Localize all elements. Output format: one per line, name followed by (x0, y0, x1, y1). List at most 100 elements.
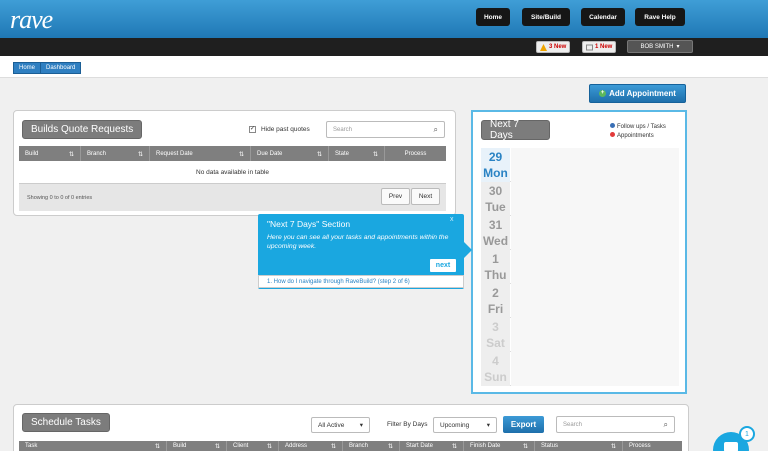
col-status[interactable]: Status ⇅ (535, 441, 623, 451)
user-name: BOB SMITH (640, 43, 674, 50)
col-start-date[interactable]: Start Date ⇅ (400, 441, 464, 451)
col-address[interactable]: Address ⇅ (279, 441, 343, 451)
warning-icon (540, 43, 547, 51)
col-process: Process (404, 151, 427, 157)
tooltip-next-button[interactable]: next (430, 259, 456, 272)
add-appointment-label: Add Appointment (609, 89, 676, 98)
col-branch[interactable]: Branch ⇅ (343, 441, 400, 451)
day-row: 31 Wed (481, 216, 679, 250)
schedule-search-placeholder: Search (563, 421, 583, 428)
col-branch[interactable]: Branch ⇅ (81, 146, 150, 161)
schedule-panel-title: Schedule Tasks (22, 413, 110, 432)
add-appointment-button[interactable]: + Add Appointment (589, 84, 686, 103)
close-icon[interactable]: x (450, 216, 454, 223)
briefcase-icon (724, 442, 738, 451)
hide-past-toggle[interactable]: ✓ Hide past quotes (249, 126, 310, 133)
day-label: 29 Mon (481, 148, 510, 182)
next-button[interactable]: Next (411, 188, 440, 205)
day-number: 4 (492, 354, 499, 368)
search-icon: ⌕ (433, 124, 438, 134)
prev-button[interactable]: Prev (381, 188, 410, 205)
day-events-cell[interactable] (511, 216, 679, 250)
day-row: 4 Sun (481, 352, 679, 386)
col-due-date[interactable]: Due Date ⇅ (251, 146, 329, 161)
day-row: 3 Sat (481, 318, 679, 352)
day-label: 30 Tue (481, 182, 510, 216)
col-process: Process (629, 443, 651, 449)
builds-search-input[interactable]: Search ⌕ (326, 121, 445, 138)
builds-empty-row: No data available in table (196, 169, 269, 176)
nav-calendar-button[interactable]: Calendar (581, 8, 625, 26)
day-label: 31 Wed (481, 216, 510, 250)
day-events-cell[interactable] (511, 318, 679, 352)
logo[interactable]: rave (10, 5, 53, 35)
legend: Follow ups / Tasks Appointments (610, 123, 666, 141)
tooltip-step-link[interactable]: 1. How do I navigate through RaveBuild? … (258, 275, 464, 288)
schedule-table-header: Task ⇅ Build ⇅ Client ⇅ Address ⇅ Branch ⇅ St… (19, 441, 682, 451)
active-filter-value: All Active (318, 421, 345, 429)
day-label: 4 Sun (481, 352, 510, 386)
notification-bar: 3 New 1 New BOB SMITH ▾ (0, 38, 768, 56)
days-filter-select[interactable]: Upcoming ▾ (433, 417, 497, 433)
messages-badge[interactable]: 1 New (582, 41, 617, 53)
nav-site-build-button[interactable]: Site/Build (522, 8, 570, 26)
day-number: 3 (492, 320, 499, 334)
nav-rave-help-button[interactable]: Rave Help (635, 8, 685, 26)
day-number: 1 (492, 252, 499, 266)
nav-home-button[interactable]: Home (476, 8, 510, 26)
user-menu[interactable]: BOB SMITH ▾ (627, 40, 693, 53)
message-icon (586, 44, 593, 51)
filter-by-days-label: Filter By Days (387, 421, 428, 428)
alerts-badge[interactable]: 3 New (536, 41, 571, 53)
tooltip-arrow (464, 242, 472, 258)
alerts-count: 3 New (549, 44, 567, 50)
legend-item-appointments: Appointments (610, 132, 666, 141)
messages-count: 1 New (595, 44, 613, 50)
col-finish-date[interactable]: Finish Date ⇅ (464, 441, 535, 451)
builds-panel-title: Builds Quote Requests (22, 120, 143, 139)
hide-past-label: Hide past quotes (261, 126, 310, 133)
day-row: 2 Fri (481, 284, 679, 318)
col-build[interactable]: Build ⇅ (19, 146, 81, 161)
day-label: 2 Fri (481, 284, 510, 318)
day-events-cell[interactable] (511, 148, 679, 182)
day-name: Thu (484, 268, 507, 282)
col-request-date[interactable]: Request Date ⇅ (150, 146, 251, 161)
builds-info: Showing 0 to 0 of 0 entries (27, 195, 93, 201)
col-build[interactable]: Build ⇅ (167, 441, 227, 451)
day-row: 1 Thu (481, 250, 679, 284)
export-button[interactable]: Export (503, 416, 544, 433)
col-client[interactable]: Client ⇅ (227, 441, 279, 451)
hide-past-checkbox[interactable]: ✓ (249, 126, 256, 133)
plus-icon: + (599, 90, 607, 97)
day-name: Tue (485, 200, 506, 214)
day-number: 30 (488, 184, 503, 198)
breadcrumb: Home Dashboard (13, 62, 82, 74)
help-widget-badge: 1 (739, 426, 755, 442)
day-name: Fri (487, 302, 504, 316)
day-row: 29 Mon (481, 148, 679, 182)
col-task[interactable]: Task ⇅ (19, 441, 167, 451)
day-events-cell[interactable] (511, 284, 679, 318)
builds-table-header: Build ⇅ Branch ⇅ Request Date ⇅ Due Date ⇅ S… (19, 146, 446, 161)
day-number: 2 (492, 286, 499, 300)
next-7-days-panel: Next 7 Days Follow ups / Tasks Appointme… (471, 110, 687, 394)
day-name: Mon (483, 166, 508, 180)
day-name: Wed (482, 234, 509, 248)
day-name: Sat (486, 336, 505, 350)
day-name: Sun (484, 370, 507, 384)
day-number: 29 (488, 150, 503, 164)
next-7-days-title: Next 7 Days (481, 119, 550, 141)
breadcrumb-home[interactable]: Home (13, 62, 42, 74)
col-state[interactable]: State ⇅ (329, 146, 385, 161)
day-events-cell[interactable] (511, 352, 679, 386)
tooltip-title: "Next 7 Days" Section (267, 219, 351, 229)
breadcrumb-bar (0, 56, 768, 78)
caret-down-icon: ▾ (359, 422, 363, 429)
breadcrumb-dashboard[interactable]: Dashboard (40, 62, 82, 74)
help-widget-button[interactable]: 1 (713, 426, 755, 451)
day-events-cell[interactable] (511, 182, 679, 216)
schedule-search-input[interactable]: Search ⌕ (556, 416, 675, 433)
active-filter-select[interactable]: All Active ▾ (311, 417, 370, 433)
day-events-cell[interactable] (511, 250, 679, 284)
